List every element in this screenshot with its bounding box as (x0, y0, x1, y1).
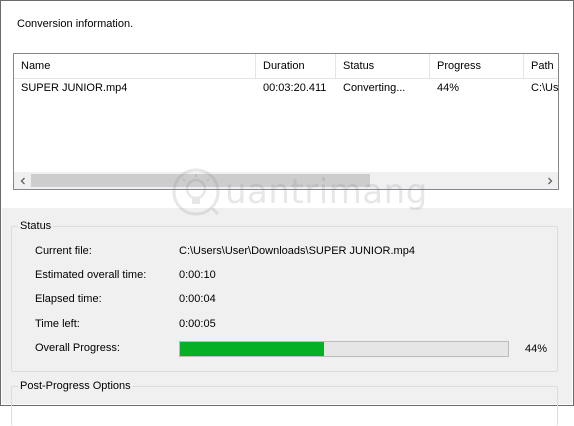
estimated-time-value: 0:00:10 (179, 269, 216, 281)
scroll-thumb[interactable] (31, 174, 370, 187)
elapsed-time-value: 0:00:04 (179, 293, 216, 305)
progress-fill (180, 342, 324, 356)
column-header-duration[interactable]: Duration (256, 54, 336, 79)
cell-name: SUPER JUNIOR.mp4 (21, 82, 128, 94)
overall-progress-label: Overall Progress: (35, 342, 120, 354)
chevron-right-icon (547, 177, 552, 184)
elapsed-time-label: Elapsed time: (35, 293, 102, 305)
current-file-label: Current file: (35, 245, 92, 257)
section-heading: Conversion information. (17, 18, 134, 30)
cell-progress: 44% (437, 82, 460, 94)
status-group: Status Current file: C:\Users\User\Downl… (11, 219, 558, 372)
post-progress-legend: Post-Progress Options (18, 379, 133, 393)
column-header-status[interactable]: Status (336, 54, 430, 79)
column-header-path[interactable]: Path (524, 54, 558, 79)
chevron-left-icon (20, 177, 25, 184)
conversion-window: Conversion information. Name Duration St… (0, 0, 574, 426)
column-header-progress[interactable]: Progress (430, 54, 524, 79)
overall-progress-bar (179, 341, 509, 357)
status-panel: Status Current file: C:\Users\User\Downl… (2, 208, 572, 426)
table-row[interactable]: SUPER JUNIOR.mp4 00:03:20.411 Converting… (14, 79, 559, 97)
scroll-left-button[interactable] (14, 172, 31, 189)
cell-status: Converting... (343, 82, 406, 94)
cell-path: C:\Us (531, 82, 559, 94)
horizontal-scrollbar[interactable] (14, 172, 558, 189)
column-header-name[interactable]: Name (14, 54, 256, 79)
time-left-value: 0:00:05 (179, 318, 216, 330)
cell-duration: 00:03:20.411 (263, 82, 327, 94)
overall-progress-percent: 44% (525, 343, 548, 355)
conversion-info-panel: Conversion information. Name Duration St… (2, 2, 572, 208)
scroll-right-button[interactable] (541, 172, 558, 189)
list-header: Name Duration Status Progress Path (14, 54, 558, 79)
post-progress-group: Post-Progress Options (11, 379, 558, 426)
estimated-time-label: Estimated overall time: (35, 269, 147, 281)
current-file-value: C:\Users\User\Downloads\SUPER JUNIOR.mp4 (179, 245, 415, 257)
conversion-list[interactable]: Name Duration Status Progress Path SUPER… (13, 53, 559, 190)
time-left-label: Time left: (35, 318, 80, 330)
status-legend: Status (18, 219, 54, 233)
